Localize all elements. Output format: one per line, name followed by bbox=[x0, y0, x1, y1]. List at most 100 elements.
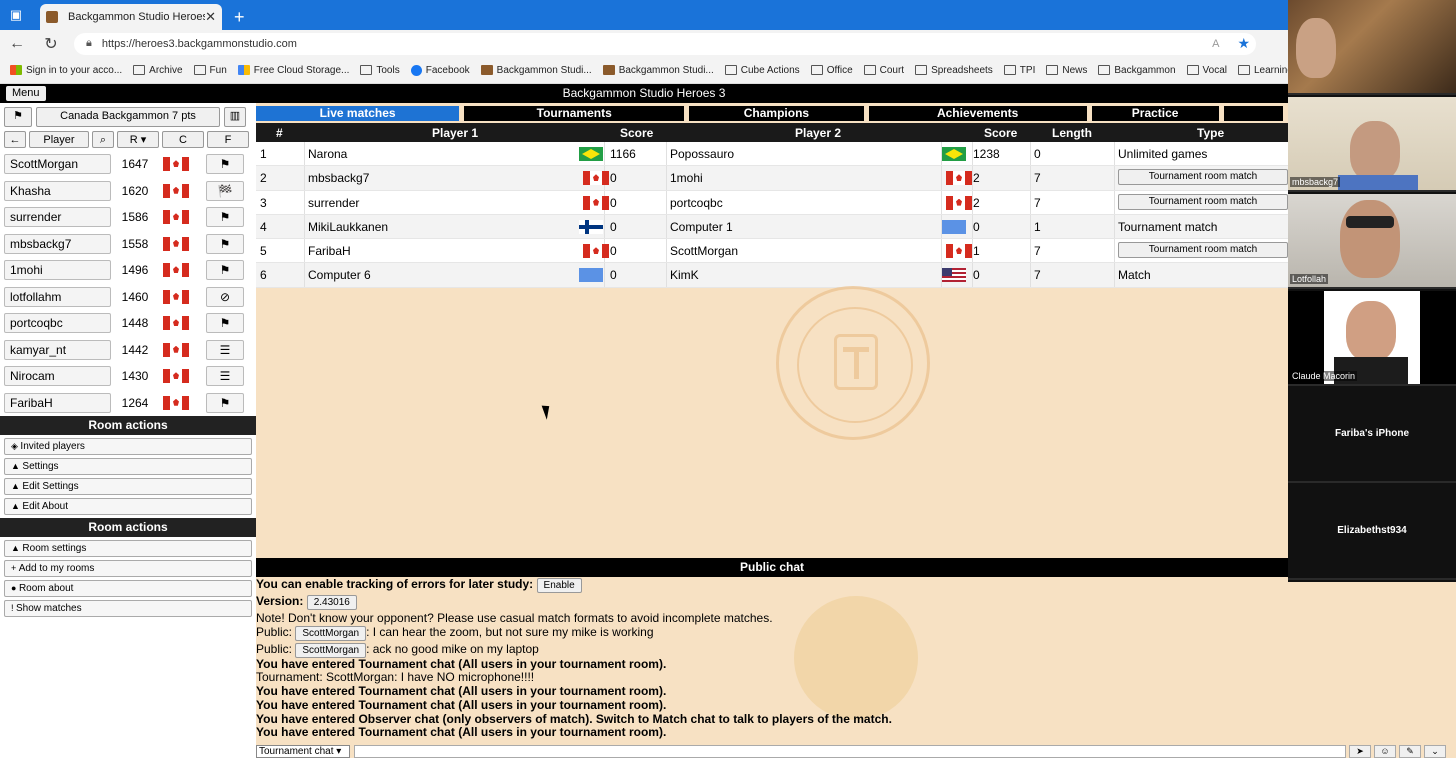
player-status-icon[interactable]: ⚑ bbox=[206, 233, 244, 254]
video-tile[interactable]: Elizabethst934 bbox=[1288, 485, 1456, 580]
enable-tracking-button[interactable]: Enable bbox=[536, 578, 582, 593]
player-name-button[interactable]: portcoqbc bbox=[4, 313, 111, 334]
player-status-icon[interactable]: ⊘ bbox=[206, 286, 244, 307]
version-button[interactable]: 2.43016 bbox=[306, 595, 357, 610]
player-status-icon[interactable]: ⚑ bbox=[206, 260, 244, 281]
chevron-down-icon[interactable]: ⌄ bbox=[1424, 745, 1446, 758]
bookmark-item[interactable]: Spreadsheets bbox=[915, 65, 993, 76]
back-arrow-icon[interactable]: ← bbox=[4, 131, 26, 148]
chart-icon[interactable]: ▥ bbox=[224, 107, 246, 127]
bookmark-item[interactable]: Backgammon Studi... bbox=[602, 65, 714, 76]
chat-channel-select[interactable]: Tournament chat ▾ bbox=[256, 745, 350, 758]
room-action-button[interactable]: ▲ Edit Settings bbox=[4, 478, 252, 495]
reload-icon[interactable]: ↻ bbox=[34, 34, 68, 54]
player-status-icon[interactable]: ☰ bbox=[206, 366, 244, 387]
room-action-button[interactable]: ▲ Room settings bbox=[4, 540, 252, 557]
bookmark-item[interactable]: Office bbox=[810, 65, 853, 76]
tab-more[interactable] bbox=[1223, 106, 1284, 121]
player-status-icon[interactable]: ☰ bbox=[206, 339, 244, 360]
bookmark-item[interactable]: Fun bbox=[193, 65, 227, 76]
match-row[interactable]: 1 Narona 1166 Popossauro 1238 0 Unlimited game… bbox=[256, 142, 1288, 167]
bookmark-item[interactable]: News bbox=[1046, 65, 1087, 76]
player-status-icon[interactable]: ⚑ bbox=[206, 392, 244, 413]
emoji-icon[interactable]: ☺ bbox=[1374, 745, 1396, 758]
player-name-button[interactable]: lotfollahm bbox=[4, 286, 111, 307]
match-row[interactable]: 6 Computer 6 0 KimK 0 7 Match bbox=[256, 263, 1288, 288]
player-name-button[interactable]: mbsbackg7 bbox=[4, 233, 111, 254]
bookmark-item[interactable]: Backgammon bbox=[1098, 65, 1176, 76]
match-row[interactable]: 3 surrender 0 portcoqbc 2 7 Tournament room ma… bbox=[256, 190, 1288, 215]
player-status-icon[interactable]: ⚑ bbox=[206, 207, 244, 228]
player-name-button[interactable]: 1mohi bbox=[4, 260, 111, 281]
read-aloud-icon[interactable]: A bbox=[1212, 38, 1219, 50]
video-tile[interactable]: Lotfollah bbox=[1288, 194, 1456, 289]
player-row: Nirocam 1430 ☰ bbox=[4, 363, 254, 390]
video-tile[interactable]: mbsbackg7 bbox=[1288, 97, 1456, 192]
tab-live-matches[interactable]: Live matches bbox=[256, 106, 460, 121]
col-num: # bbox=[276, 126, 283, 140]
bookmark-item[interactable]: Sign in to your acco... bbox=[10, 65, 122, 76]
bookmark-item[interactable]: Backgammon Studi... bbox=[480, 65, 592, 76]
pen-icon[interactable]: ✎ bbox=[1399, 745, 1421, 758]
bookmark-item[interactable]: Archive bbox=[133, 65, 183, 76]
new-tab-button[interactable]: + bbox=[234, 4, 245, 30]
match-row[interactable]: 5 FaribaH 0 ScottMorgan 1 7 Tournament room ma… bbox=[256, 239, 1288, 264]
bookmark-item[interactable]: TPI bbox=[1003, 65, 1035, 76]
favorite-star-icon[interactable]: ★ bbox=[1237, 35, 1250, 52]
bookmark-item[interactable]: Court bbox=[863, 65, 904, 76]
player-name-button[interactable]: ScottMorgan bbox=[4, 154, 111, 175]
tournament-room-match-button[interactable]: Tournament room match bbox=[1118, 242, 1288, 259]
room-selector-button[interactable]: Canada Backgammon 7 pts bbox=[36, 107, 220, 127]
video-tile[interactable]: Fariba's iPhone bbox=[1288, 388, 1456, 483]
window-menu-icon[interactable]: ▣ bbox=[0, 0, 32, 30]
player-name-button[interactable]: FaribaH bbox=[4, 392, 111, 413]
bookmark-item[interactable]: Free Cloud Storage... bbox=[237, 65, 349, 76]
tab-achievements[interactable]: Achievements bbox=[868, 106, 1087, 121]
player-status-icon[interactable]: 🏁 bbox=[206, 180, 244, 201]
bookmark-item[interactable]: Vocal bbox=[1186, 65, 1227, 76]
room-action-button[interactable]: ▲ Edit About bbox=[4, 498, 252, 515]
tournament-room-match-button[interactable]: Tournament room match bbox=[1118, 193, 1288, 210]
browser-tab[interactable]: Backgammon Studio Heroes ✕ bbox=[40, 4, 222, 30]
room-action-button[interactable]: ▲ Settings bbox=[4, 458, 252, 475]
send-icon[interactable]: ➤ bbox=[1349, 745, 1371, 758]
video-tile[interactable]: Claude Macorin bbox=[1288, 291, 1456, 386]
chat-user-button[interactable]: ScottMorgan bbox=[295, 625, 367, 641]
player-status-icon[interactable]: ⚑ bbox=[206, 313, 244, 334]
tab-practice[interactable]: Practice bbox=[1091, 106, 1219, 121]
back-arrow-icon[interactable]: ← bbox=[0, 35, 34, 53]
tab-champions[interactable]: Champions bbox=[689, 106, 864, 121]
url-field[interactable]: 🔒︎ https://heroes3.backgammonstudio.com … bbox=[74, 32, 1256, 55]
sort-player-button[interactable]: Player bbox=[29, 131, 89, 148]
player-name-button[interactable]: Khasha bbox=[4, 180, 111, 201]
bookmark-item[interactable]: Cube Actions bbox=[724, 65, 800, 76]
chat-user-button[interactable]: ScottMorgan bbox=[295, 642, 367, 658]
menu-button[interactable]: Menu bbox=[6, 86, 46, 101]
tournament-room-match-button[interactable]: Tournament room match bbox=[1118, 169, 1288, 186]
sort-flag-button[interactable]: F bbox=[207, 131, 249, 148]
close-tab-icon[interactable]: ✕ bbox=[205, 9, 216, 25]
search-icon[interactable]: ⌕ bbox=[92, 131, 114, 148]
brazil-flag-icon bbox=[579, 147, 603, 161]
bookmark-item[interactable]: Tools bbox=[360, 65, 400, 76]
player-name-button[interactable]: Nirocam bbox=[4, 366, 111, 387]
match-row[interactable]: 2 mbsbackg7 0 1mohi 2 7 Tournament room match bbox=[256, 166, 1288, 191]
room-action-button[interactable]: ! Show matches bbox=[4, 600, 252, 617]
tab-tournaments[interactable]: Tournaments bbox=[464, 106, 685, 121]
match-row[interactable]: 4 MikiLaukkanen 0 Computer 1 0 1 Tournament ma… bbox=[256, 214, 1288, 240]
player-name-button[interactable]: surrender bbox=[4, 207, 111, 228]
bookmark-item[interactable]: Facebook bbox=[410, 64, 470, 76]
room-action-button[interactable]: ● Room about bbox=[4, 580, 252, 597]
video-tile[interactable] bbox=[1288, 0, 1456, 95]
room-action-button[interactable]: + Add to my rooms bbox=[4, 560, 252, 577]
player-status-icon[interactable]: ⚑ bbox=[206, 154, 244, 175]
sort-country-button[interactable]: C bbox=[162, 131, 204, 148]
chat-title: Public chat bbox=[256, 558, 1288, 577]
flag-room-icon[interactable]: ⚑ bbox=[4, 107, 32, 127]
room-action-button[interactable]: ◈ Invited players bbox=[4, 438, 252, 455]
sort-rating-button[interactable]: R ▾ bbox=[117, 131, 159, 148]
chat-input[interactable] bbox=[354, 745, 1346, 758]
bookmark-item[interactable]: Learning bbox=[1237, 65, 1288, 76]
player-name-button[interactable]: kamyar_nt bbox=[4, 339, 111, 360]
room-action-label: Room settings bbox=[22, 543, 87, 554]
